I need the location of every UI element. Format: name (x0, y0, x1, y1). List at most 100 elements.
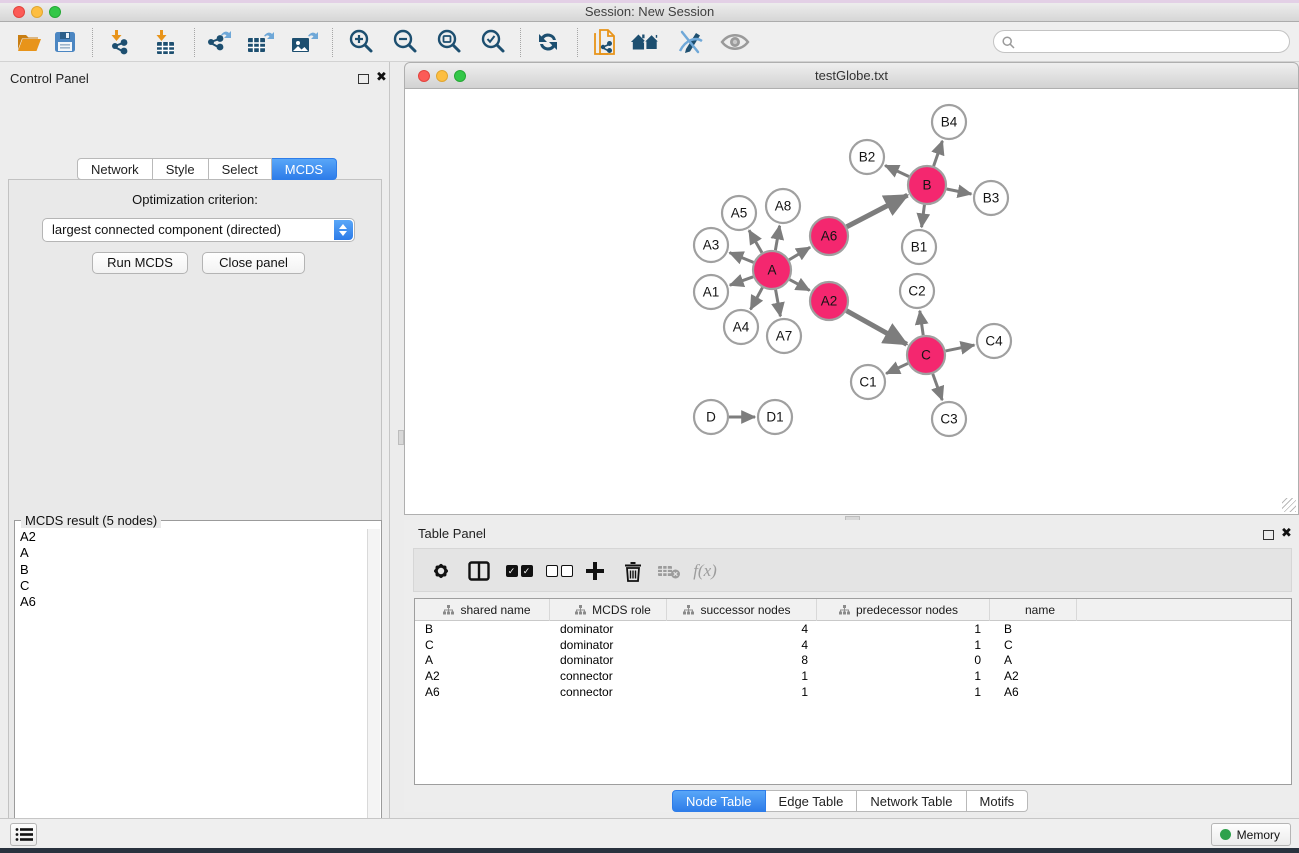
graph-node-A4[interactable]: A4 (724, 310, 758, 344)
function-builder-icon[interactable]: f(x) (690, 557, 720, 585)
graph-node-A1[interactable]: A1 (694, 275, 728, 309)
graph-edge-A-A3[interactable] (730, 253, 754, 263)
create-column-plus-icon[interactable] (580, 557, 610, 585)
mcds-result-item[interactable]: B (16, 562, 368, 578)
zoom-in-icon[interactable] (346, 28, 376, 56)
home-icon[interactable] (630, 28, 660, 56)
network-canvas[interactable]: B4 B2 B B3 A5 A8 A6 A3 B1 A A1 C2 A2 A4 A7 C4 C C1 D D1 C3 (404, 89, 1299, 515)
close-panel-icon[interactable]: ✖ (1281, 526, 1292, 540)
tab-style[interactable]: Style (153, 158, 209, 180)
close-window-button[interactable] (13, 6, 25, 18)
zoom-window-button[interactable] (49, 6, 61, 18)
graph-node-C4[interactable]: C4 (977, 324, 1011, 358)
graph-edge-A2-C[interactable] (846, 311, 906, 345)
table-row[interactable]: Bdominator41B (415, 622, 1291, 638)
graph-node-B4[interactable]: B4 (932, 105, 966, 139)
import-network-icon[interactable] (105, 28, 135, 56)
open-file-icon[interactable] (14, 28, 44, 56)
column-header-mcds-role[interactable]: MCDS role (550, 599, 667, 621)
unselect-all-columns-icon[interactable] (544, 557, 574, 585)
graph-node-C2[interactable]: C2 (900, 274, 934, 308)
graph-node-C1[interactable]: C1 (851, 365, 885, 399)
tab-node-table[interactable]: Node Table (672, 790, 766, 812)
tab-mcds[interactable]: MCDS (272, 158, 337, 180)
graph-edge-B-B3[interactable] (947, 189, 972, 194)
graph-node-B2[interactable]: B2 (850, 140, 884, 174)
refresh-layout-icon[interactable] (533, 28, 563, 56)
graph-edge-B-B4[interactable] (934, 141, 943, 166)
graph-node-B3[interactable]: B3 (974, 181, 1008, 215)
graph-node-C3[interactable]: C3 (932, 402, 966, 436)
graph-node-C[interactable]: C (907, 336, 945, 374)
table-settings-gear-icon[interactable] (426, 557, 456, 585)
graph-edge-A-A6[interactable] (789, 247, 810, 259)
graph-edge-C-C2[interactable] (920, 311, 923, 335)
graph-node-B1[interactable]: B1 (902, 230, 936, 264)
close-panel-icon[interactable]: ✖ (376, 70, 387, 84)
memory-button[interactable]: Memory (1211, 823, 1291, 846)
zoom-out-icon[interactable] (390, 28, 420, 56)
graph-edge-C-C4[interactable] (946, 345, 975, 351)
graph-node-A6[interactable]: A6 (810, 217, 848, 255)
hide-annotations-icon[interactable] (675, 28, 705, 56)
minimize-window-button[interactable] (436, 70, 448, 82)
table-row[interactable]: A2connector11A2 (415, 669, 1291, 685)
show-details-eye-icon[interactable] (720, 28, 750, 56)
clone-network-icon[interactable] (590, 28, 620, 56)
task-history-list-button[interactable] (10, 823, 37, 846)
column-header-shared-name[interactable]: shared name (415, 599, 550, 621)
export-table-icon[interactable] (245, 28, 275, 56)
mcds-result-item[interactable]: A2 (16, 529, 368, 545)
graph-edge-B-B1[interactable] (922, 205, 925, 227)
tab-edge-table[interactable]: Edge Table (766, 790, 858, 812)
delete-table-icon[interactable] (654, 557, 684, 585)
column-header-predecessor-nodes[interactable]: predecessor nodes (817, 599, 990, 621)
mcds-result-scrollbar[interactable] (367, 529, 380, 853)
tab-network-table[interactable]: Network Table (857, 790, 966, 812)
network-graph[interactable]: B4 B2 B B3 A5 A8 A6 A3 B1 A A1 C2 A2 A4 A7 C4 C C1 D D1 C3 (405, 89, 1298, 513)
graph-node-D[interactable]: D (694, 400, 728, 434)
search-input[interactable] (1020, 32, 1280, 51)
close-panel-button[interactable]: Close panel (202, 252, 305, 274)
graph-edge-A6-B[interactable] (847, 195, 908, 227)
graph-node-A[interactable]: A (753, 251, 791, 289)
run-mcds-button[interactable]: Run MCDS (92, 252, 188, 274)
column-header-name[interactable]: name (990, 599, 1077, 621)
table-row[interactable]: Adominator80A (415, 653, 1291, 669)
float-panel-icon[interactable] (358, 74, 369, 84)
zoom-selected-icon[interactable] (478, 28, 508, 56)
select-all-columns-icon[interactable]: ✓✓ (504, 557, 534, 585)
delete-column-trash-icon[interactable] (618, 557, 648, 585)
graph-node-A2[interactable]: A2 (810, 282, 848, 320)
mcds-result-item[interactable]: A6 (16, 594, 368, 610)
export-network-icon[interactable] (203, 28, 233, 56)
graph-node-A5[interactable]: A5 (722, 196, 756, 230)
graph-edge-A-A2[interactable] (790, 280, 810, 291)
graph-edge-B-B2[interactable] (885, 165, 909, 176)
tab-network[interactable]: Network (77, 158, 153, 180)
zoom-window-button[interactable] (454, 70, 466, 82)
minimize-window-button[interactable] (31, 6, 43, 18)
graph-edge-C-C3[interactable] (933, 374, 942, 400)
tab-select[interactable]: Select (209, 158, 272, 180)
column-header-successor-nodes[interactable]: successor nodes (667, 599, 817, 621)
graph-edge-C-C1[interactable] (886, 363, 908, 373)
show-columns-icon[interactable] (464, 557, 494, 585)
float-panel-icon[interactable] (1263, 530, 1274, 540)
window-resize-grip[interactable] (1282, 498, 1296, 512)
graph-edge-A-A7[interactable] (776, 290, 781, 317)
graph-edge-A-A4[interactable] (751, 288, 763, 310)
save-session-icon[interactable] (50, 28, 80, 56)
graph-node-A8[interactable]: A8 (766, 189, 800, 223)
graph-edge-A-A8[interactable] (775, 226, 779, 251)
close-window-button[interactable] (418, 70, 430, 82)
graph-node-A3[interactable]: A3 (694, 228, 728, 262)
criterion-select[interactable]: largest connected component (directed) (42, 218, 355, 242)
tab-motifs[interactable]: Motifs (967, 790, 1029, 812)
graph-node-D1[interactable]: D1 (758, 400, 792, 434)
graph-node-A7[interactable]: A7 (767, 319, 801, 353)
graph-node-B[interactable]: B (908, 166, 946, 204)
mcds-result-item[interactable]: C (16, 578, 368, 594)
zoom-fit-icon[interactable] (434, 28, 464, 56)
import-table-icon[interactable] (150, 28, 180, 56)
